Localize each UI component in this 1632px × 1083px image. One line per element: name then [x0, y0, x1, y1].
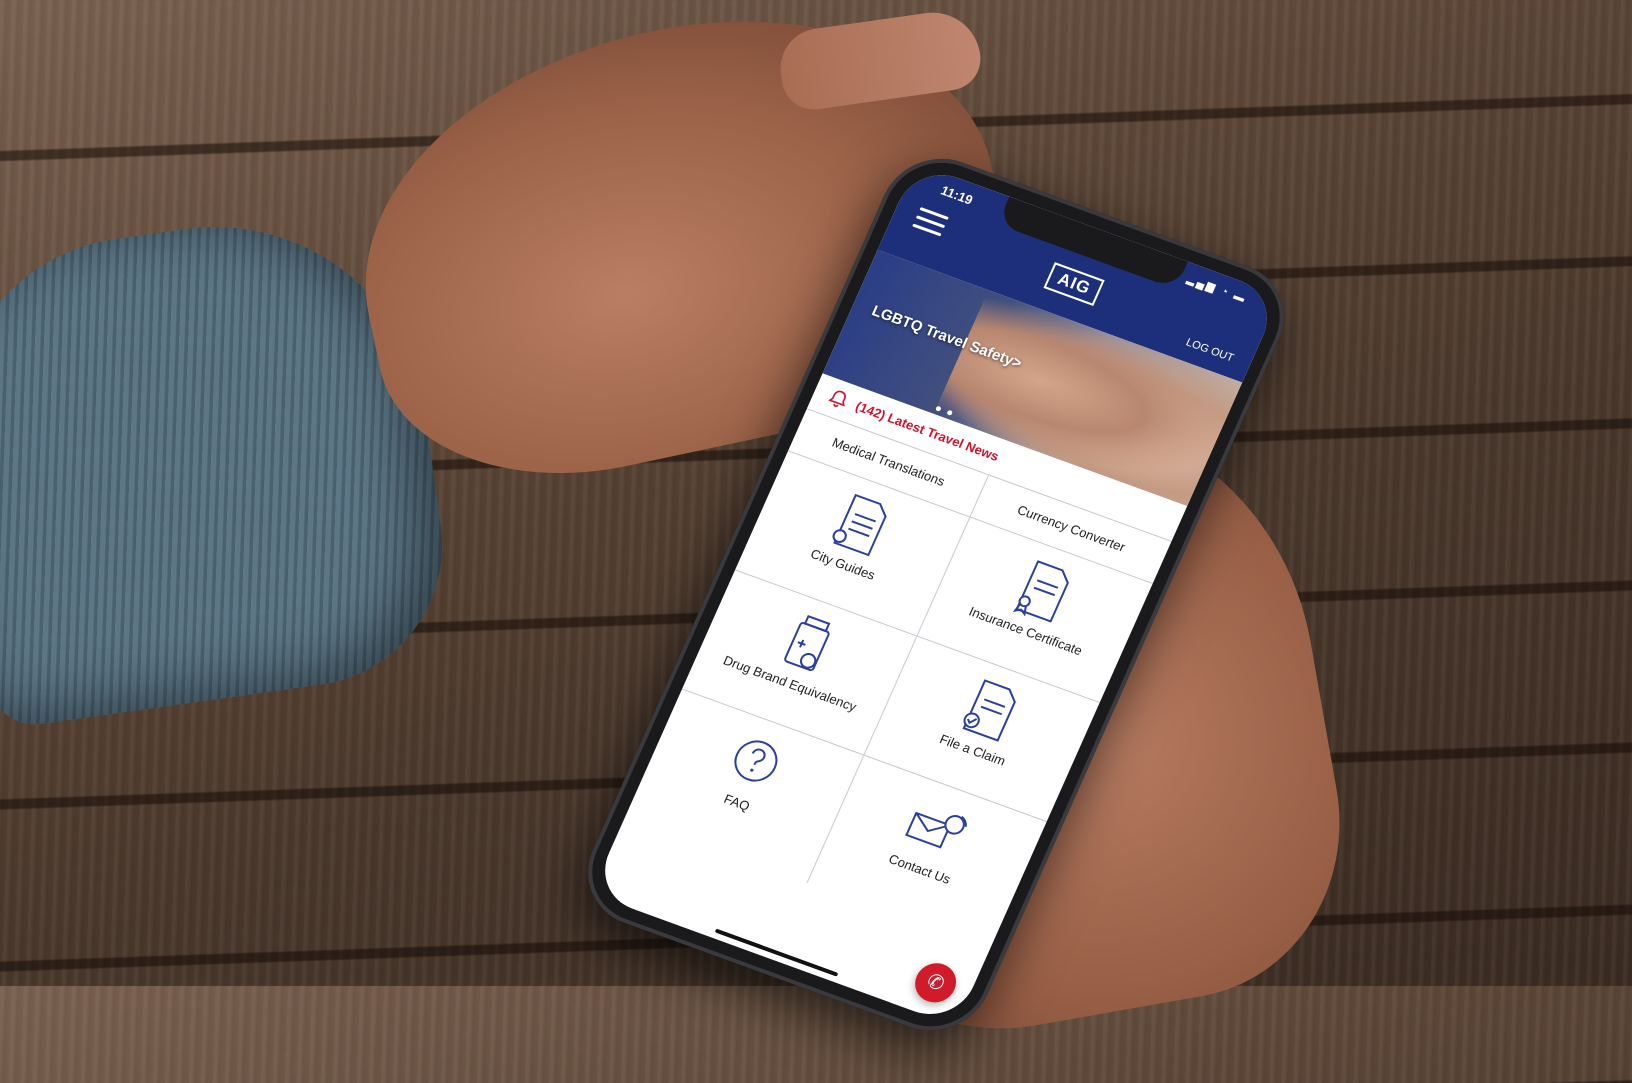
phone-icon: ✆ [923, 969, 948, 996]
pill-bottle-icon [783, 614, 830, 671]
menu-icon[interactable] [912, 206, 949, 237]
certificate-icon [1012, 560, 1069, 623]
bell-icon [828, 390, 846, 407]
question-icon [733, 740, 777, 782]
logout-button[interactable]: LOG OUT [1184, 337, 1235, 365]
document-icon [832, 493, 887, 557]
status-time: 11:19 [938, 182, 976, 208]
aig-logo: AIG [1043, 262, 1105, 307]
envelope-phone-icon [905, 811, 967, 849]
claim-icon [962, 679, 1016, 742]
